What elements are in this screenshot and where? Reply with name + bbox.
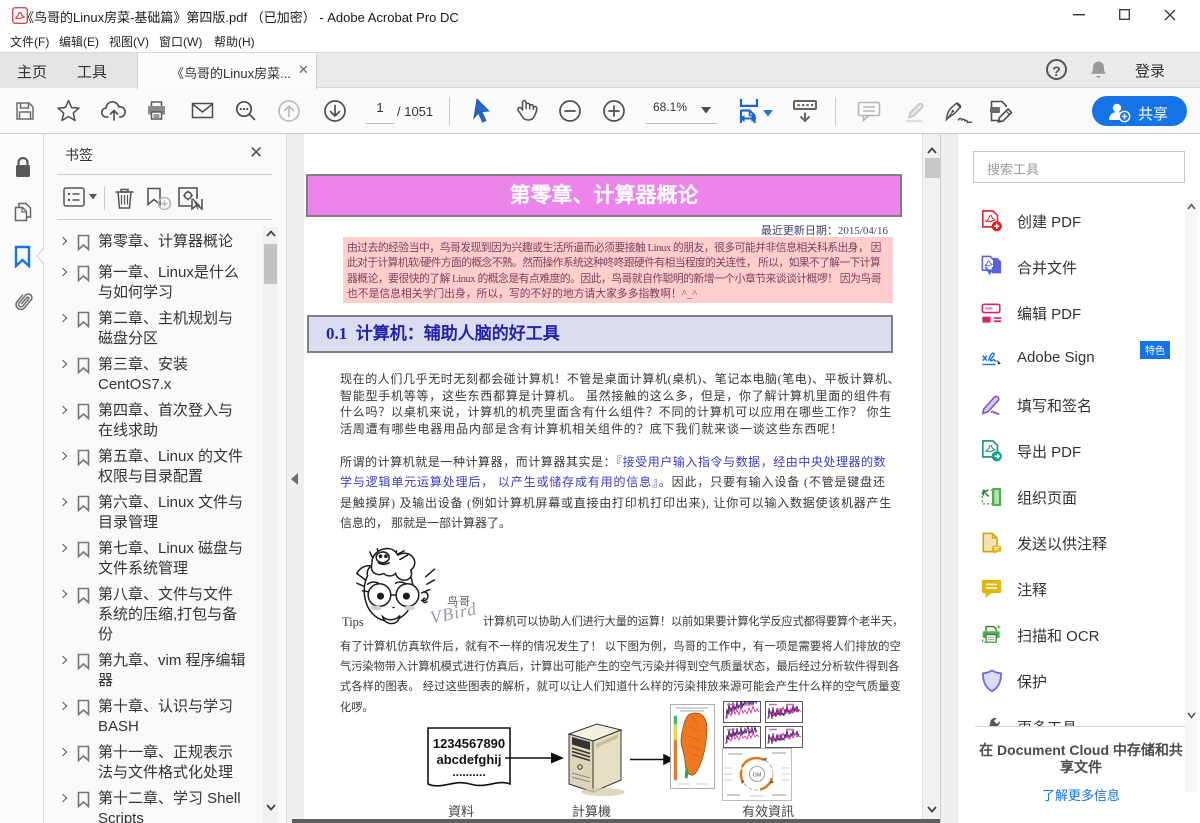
svg-text:..........: .......... bbox=[452, 765, 485, 779]
svg-text:1234567890: 1234567890 bbox=[433, 736, 505, 751]
svg-text:GM: GM bbox=[753, 773, 762, 779]
